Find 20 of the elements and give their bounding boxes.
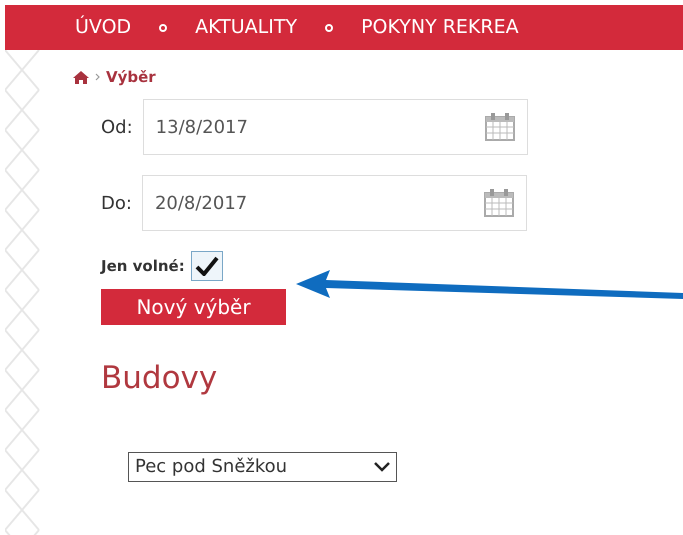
nav-separator-icon <box>325 24 334 32</box>
breadcrumb-link[interactable]: Výběr <box>106 66 156 88</box>
home-icon[interactable] <box>73 70 89 84</box>
calendar-icon[interactable] <box>484 113 515 141</box>
date-label: Od: <box>101 116 133 140</box>
date-field[interactable]: 20/8/2017 <box>142 175 527 231</box>
checkbox[interactable] <box>190 251 223 281</box>
chevron-right-icon <box>95 73 100 81</box>
date-label: Do: <box>101 192 132 216</box>
nav-separator-icon <box>159 24 168 32</box>
new-selection-button[interactable]: Nový výběr <box>101 289 286 325</box>
date-field[interactable]: 13/8/2017 <box>142 99 528 155</box>
nav-link[interactable]: ÚVOD <box>75 13 132 42</box>
chevron-down-icon <box>374 462 390 472</box>
building-select[interactable]: Pec pod Sněžkou <box>128 452 397 482</box>
nav-link[interactable]: AKTUALITY <box>195 13 298 42</box>
nav-link[interactable]: POKYNY REKREA <box>361 13 519 42</box>
section-heading: Budovy <box>101 359 218 398</box>
checkbox-label: Jen volné: <box>101 256 185 277</box>
calendar-icon[interactable] <box>484 189 514 217</box>
